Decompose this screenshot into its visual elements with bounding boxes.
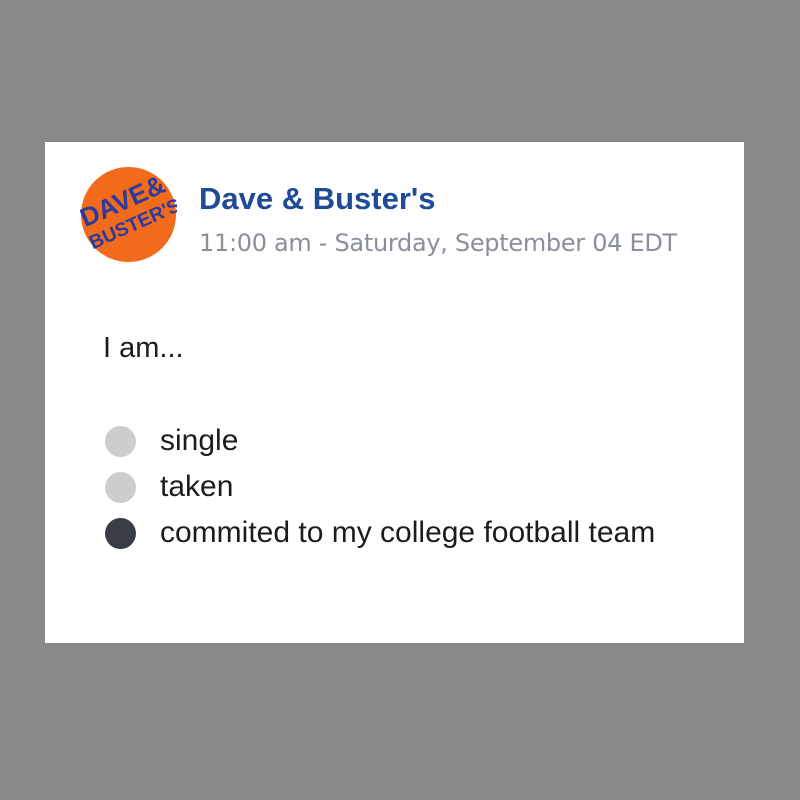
post-timestamp: 11:00 am - Saturday, September 04 EDT	[199, 229, 677, 257]
dave-and-busters-logo-icon: DAVE& BUSTER'S	[80, 166, 177, 263]
post-card: DAVE& BUSTER'S Dave & Buster's 11:00 am …	[45, 142, 744, 643]
poll-option-label: taken	[160, 470, 234, 503]
poll-question: I am...	[103, 332, 184, 364]
poll-options: single taken commited to my college foot…	[105, 418, 655, 556]
author-name[interactable]: Dave & Buster's	[199, 181, 436, 217]
radio-unselected-icon[interactable]	[105, 471, 136, 503]
poll-option-label: commited to my college football team	[160, 516, 656, 549]
poll-option-taken[interactable]: taken	[105, 464, 655, 510]
poll-option-football-team[interactable]: commited to my college football team	[105, 510, 655, 556]
avatar[interactable]: DAVE& BUSTER'S	[80, 166, 177, 263]
poll-option-label: single	[160, 424, 239, 457]
poll-option-single[interactable]: single	[105, 418, 655, 464]
radio-selected-icon[interactable]	[105, 517, 136, 549]
radio-unselected-icon[interactable]	[105, 425, 136, 457]
